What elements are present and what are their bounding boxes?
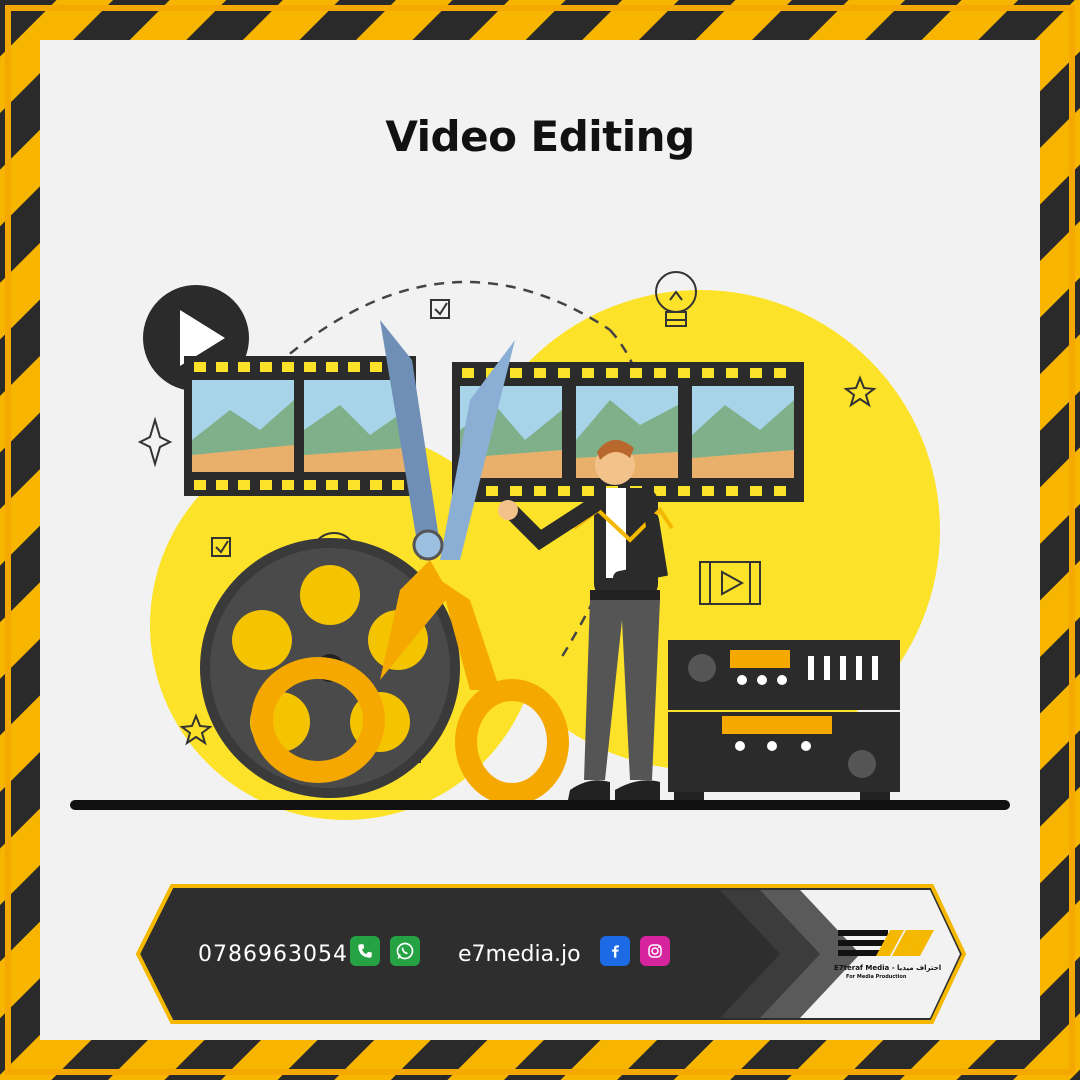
facebook-icon[interactable] bbox=[600, 936, 630, 966]
instagram-icon[interactable] bbox=[640, 936, 670, 966]
whatsapp-icon[interactable] bbox=[390, 936, 420, 966]
phone-icon[interactable] bbox=[350, 936, 380, 966]
contact-banner bbox=[135, 884, 967, 1024]
website-link[interactable]: e7media.jo bbox=[458, 936, 581, 972]
brand-name: E7teraf Media - احتراف ميديا bbox=[834, 964, 942, 972]
phone-number[interactable]: 0786963054 bbox=[198, 936, 348, 972]
poster: Video Editing 0786963054 e7media.jo E7te… bbox=[0, 0, 1080, 1080]
brand-tagline: For Media Production bbox=[846, 974, 907, 980]
brand-logo-mark bbox=[838, 930, 934, 956]
